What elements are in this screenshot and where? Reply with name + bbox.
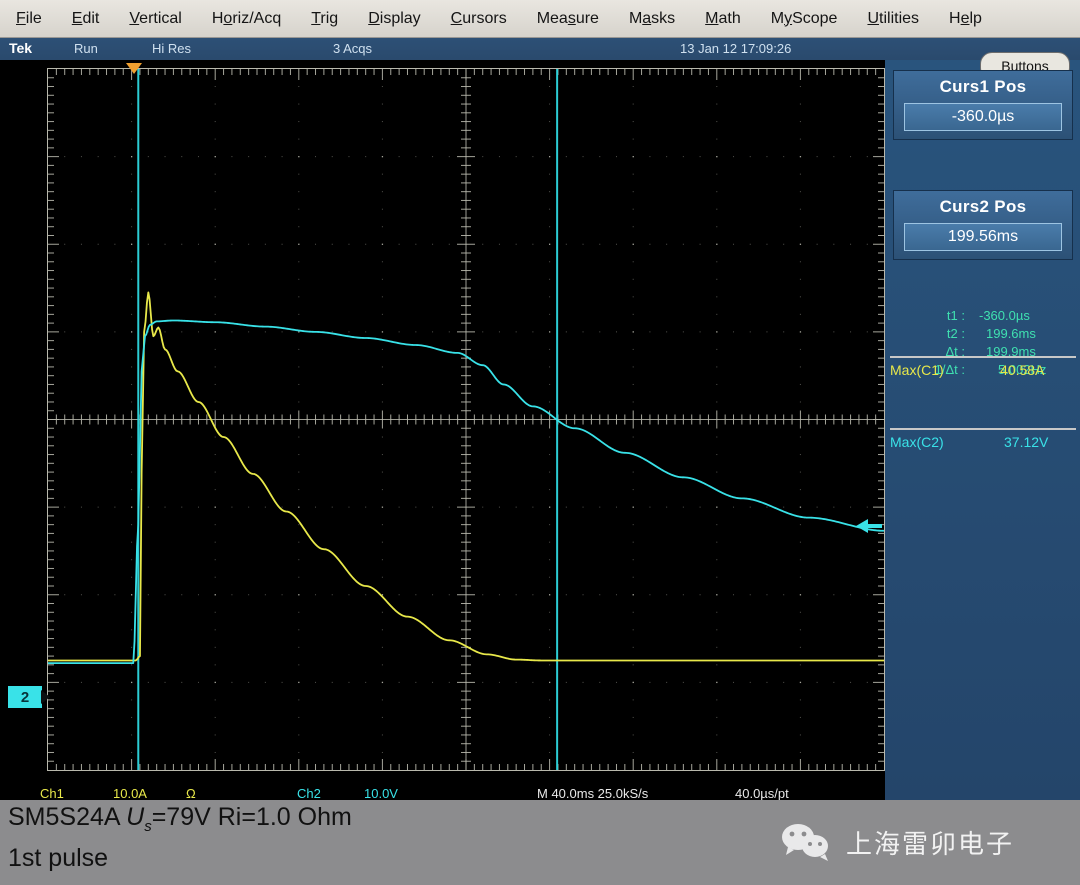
channel-2-level-arrow[interactable]: [856, 519, 868, 533]
measurement-divider-2: [890, 428, 1076, 430]
sample-resolution: 40.0µs/pt: [735, 786, 789, 801]
menu-item-display[interactable]: Display: [368, 10, 420, 28]
menu-item-help[interactable]: Help: [949, 10, 982, 28]
menu-item-utilities[interactable]: Utilities: [867, 10, 919, 28]
graticule[interactable]: [47, 68, 885, 771]
caption-us-symbol: U: [126, 803, 144, 831]
wechat-account-name: 上海雷卯电子: [846, 824, 1014, 861]
screenshot-root: File Edit Vertical Horiz/Acq Trig Display Curs…: [0, 0, 1080, 885]
curs1-pos-label: Curs1 Pos: [894, 77, 1072, 97]
curs2-pos-panel[interactable]: Curs2 Pos 199.56ms: [893, 190, 1073, 260]
menu-item-math[interactable]: Math: [705, 10, 741, 28]
run-state[interactable]: Run: [74, 41, 98, 56]
menu-item-measure[interactable]: Measure: [537, 10, 599, 28]
ch1-scale[interactable]: 10.0A: [113, 786, 147, 801]
max-c2-label: Max(C2): [890, 434, 944, 450]
menu-item-cursors[interactable]: Cursors: [451, 10, 507, 28]
ch1-label: Ch1: [40, 786, 64, 801]
acquisition-mode: Hi Res: [152, 41, 191, 56]
curs1-pos-panel[interactable]: Curs1 Pos -360.0µs: [893, 70, 1073, 140]
ch1-coupling: Ω: [186, 786, 196, 801]
max-c2-value: 37.12V: [1004, 434, 1048, 450]
caption-device: SM5S24A: [8, 803, 126, 831]
menu-bar: File Edit Vertical Horiz/Acq Trig Display Curs…: [0, 0, 1080, 38]
t2-value: 199.6ms: [986, 326, 1036, 341]
menu-item-myscope[interactable]: MyScope: [771, 10, 838, 28]
curs2-pos-label: Curs2 Pos: [894, 197, 1072, 217]
menu-item-vertical[interactable]: Vertical: [129, 10, 181, 28]
channel-2-level-arrow-tail: [868, 524, 882, 528]
channel-2-reference-marker[interactable]: 2: [8, 686, 42, 708]
timebase[interactable]: M 40.0ms 25.0kS/s: [537, 786, 648, 801]
t2-label: t2 :: [893, 326, 965, 341]
scope-status-bar: Tek Run Hi Res 3 Acqs 13 Jan 12 17:09:26: [0, 38, 1080, 60]
measurement-divider-1: [890, 356, 1076, 358]
channel-2-marker-arrow: [41, 690, 50, 704]
caption-line-2: 1st pulse: [8, 844, 108, 873]
max-c1-value: 40.58A: [1000, 362, 1044, 378]
t1-value: -360.0µs: [979, 308, 1030, 323]
side-panel-background: [885, 60, 1080, 800]
menu-item-edit[interactable]: Edit: [72, 10, 100, 28]
waveform-layer: [48, 69, 884, 770]
t1-label: t1 :: [893, 308, 965, 323]
ch2-label: Ch2: [297, 786, 321, 801]
caption-us-subscript: s: [144, 818, 152, 835]
caption-area: SM5S24A Us=79V Ri=1.0 Ohm 1st pulse 上海雷卯…: [0, 800, 1080, 885]
oscilloscope-display: Tek Run Hi Res 3 Acqs 13 Jan 12 17:09:26…: [0, 38, 1080, 800]
trigger-position-marker[interactable]: [126, 63, 142, 74]
curs2-pos-value[interactable]: 199.56ms: [904, 223, 1062, 251]
wechat-icon: [780, 822, 832, 862]
menu-item-file[interactable]: File: [16, 10, 42, 28]
caption-params: =79V Ri=1.0 Ohm: [152, 803, 352, 831]
curs1-pos-value[interactable]: -360.0µs: [904, 103, 1062, 131]
wechat-watermark: 上海雷卯电子: [780, 822, 1014, 862]
menu-item-masks[interactable]: Masks: [629, 10, 675, 28]
ch2-scale[interactable]: 10.0V: [364, 786, 398, 801]
caption-line-1: SM5S24A Us=79V Ri=1.0 Ohm: [8, 803, 352, 835]
tek-logo: Tek: [9, 40, 32, 56]
timestamp: 13 Jan 12 17:09:26: [680, 41, 791, 56]
menu-item-horiz-acq[interactable]: Horiz/Acq: [212, 10, 281, 28]
acquisition-count: 3 Acqs: [333, 41, 372, 56]
max-c1-label: Max(C1): [890, 362, 944, 378]
menu-item-trig[interactable]: Trig: [311, 10, 338, 28]
